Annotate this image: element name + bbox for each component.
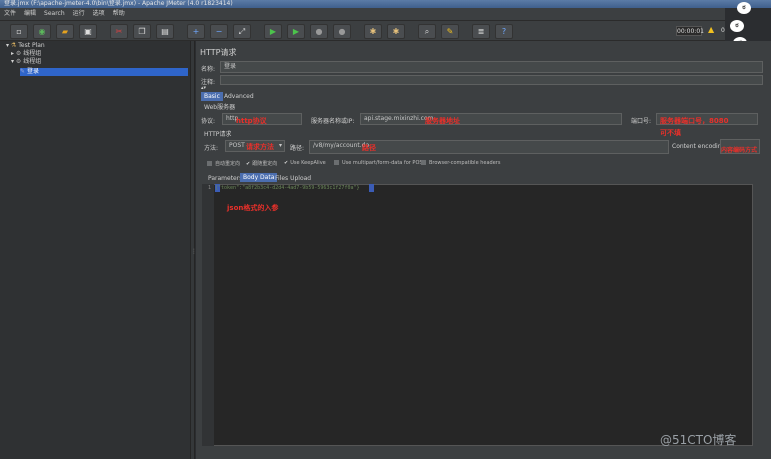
- server-label: 服务器名称或IP:: [311, 118, 355, 125]
- sticker-face-icon: ಠ: [730, 20, 744, 32]
- sticker-face-icon: ಠ: [737, 2, 751, 14]
- toolbar: ▫ ◉ ▰ ▣ ✂ ❐ ▤ + − ⤢ ▶ ▶ ● ● ✱ ✱ ⌕ ✎ ≣ ?: [0, 20, 725, 41]
- tab-basic[interactable]: Basic: [201, 92, 223, 101]
- templates-icon[interactable]: ◉: [33, 24, 51, 39]
- menu-file[interactable]: 文件: [0, 8, 20, 20]
- search-icon[interactable]: ⌕: [418, 24, 436, 39]
- shutdown-icon[interactable]: ●: [333, 24, 351, 39]
- follow-redirects-checkbox[interactable]: ✔ 跟随重定向: [246, 160, 277, 167]
- copy-icon[interactable]: ❐: [133, 24, 151, 39]
- collapse-arrows-icon[interactable]: ▴▾: [201, 85, 206, 91]
- body-data-editor[interactable]: [202, 184, 753, 446]
- chevron-down-icon: ▾: [278, 142, 282, 149]
- line-number: 1: [208, 185, 212, 191]
- menu-run[interactable]: 运行: [69, 8, 89, 20]
- body-note: json格式的入参: [227, 204, 279, 212]
- menu-help[interactable]: 帮助: [109, 8, 129, 20]
- tree-item-thread-group[interactable]: ▾ ⚙ 线程组: [11, 58, 41, 66]
- protocol-note: http协议: [236, 117, 267, 125]
- function-helper-icon[interactable]: ≣: [472, 24, 490, 39]
- tab-advanced[interactable]: Advanced: [221, 92, 257, 101]
- new-icon[interactable]: ▫: [10, 24, 28, 39]
- toggle-icon[interactable]: ⤢: [233, 24, 251, 39]
- tree-item-thread-group[interactable]: ▸ ⚙ 线程组: [11, 50, 41, 58]
- path-label: 路径:: [290, 145, 305, 152]
- stop-icon[interactable]: ●: [310, 24, 328, 39]
- menu-edit[interactable]: 编辑: [20, 8, 40, 20]
- protocol-label: 协议:: [201, 118, 216, 125]
- web-server-label: Web服务器: [204, 104, 236, 111]
- tree-item-test-plan[interactable]: ▾ ⚗ Test Plan: [6, 42, 45, 50]
- name-label: 名称:: [201, 66, 216, 73]
- keepalive-checkbox[interactable]: ✔ Use KeepAlive: [284, 160, 326, 166]
- tab-files-upload[interactable]: Files Upload: [272, 174, 314, 183]
- elapsed-timer: 00:00:01: [676, 26, 704, 36]
- comment-field[interactable]: [220, 75, 763, 85]
- menu-bar: 文件 编辑 Search 运行 选项 帮助: [0, 8, 725, 20]
- http-request-label: HTTP请求: [204, 131, 232, 138]
- start-no-pauses-icon[interactable]: ▶: [287, 24, 305, 39]
- help-icon[interactable]: ?: [495, 24, 513, 39]
- cut-icon[interactable]: ✂: [110, 24, 128, 39]
- port-note-optional: 可不填: [660, 129, 681, 137]
- browser-headers-checkbox[interactable]: Browser-compatible headers: [421, 160, 500, 166]
- redirect-auto-checkbox[interactable]: 自动重定向: [207, 160, 240, 167]
- body-code-line[interactable]: {"token":"a8f2b3c4-d2d4-4ad7-9b59-5963c1…: [215, 185, 375, 192]
- server-note: 服务器地址: [425, 117, 460, 125]
- start-icon[interactable]: ▶: [264, 24, 282, 39]
- method-note: 请求方法: [246, 143, 274, 151]
- clear-icon[interactable]: ✱: [364, 24, 382, 39]
- port-label: 端口号:: [631, 118, 652, 125]
- name-field[interactable]: 登录: [220, 61, 763, 73]
- panel-title: HTTP请求: [200, 48, 237, 57]
- warning-icon[interactable]: ▲: [708, 25, 714, 34]
- method-label: 方法:: [204, 145, 219, 152]
- path-note: 路径: [362, 144, 376, 152]
- menu-search[interactable]: Search: [40, 8, 69, 20]
- tree-item-login-sampler[interactable]: ✎ 登录: [20, 68, 188, 76]
- line-number-gutter: 1: [202, 184, 214, 446]
- watermark: @51CTO博客: [660, 433, 737, 447]
- window-title: 登录.jmx (F:\apache-jmeter-4.0\bin\登录.jmx)…: [0, 0, 771, 8]
- port-note: 服务器端口号，8080: [660, 117, 729, 125]
- expand-icon[interactable]: +: [187, 24, 205, 39]
- menu-options[interactable]: 选项: [89, 8, 109, 20]
- clear-all-icon[interactable]: ✱: [387, 24, 405, 39]
- save-icon[interactable]: ▣: [79, 24, 97, 39]
- open-icon[interactable]: ▰: [56, 24, 74, 39]
- test-plan-tree: ▾ ⚗ Test Plan ▸ ⚙ 线程组 ▾ ⚙ 线程组 ✎ 登录: [0, 41, 190, 459]
- paste-icon[interactable]: ▤: [156, 24, 174, 39]
- multipart-checkbox[interactable]: Use multipart/form-data for POST: [334, 160, 426, 166]
- reset-search-icon[interactable]: ✎: [441, 24, 459, 39]
- server-field[interactable]: api.stage.mixinzhi.com: [360, 113, 622, 125]
- collapse-icon[interactable]: −: [210, 24, 228, 39]
- encoding-note: 内容编码方式: [721, 147, 758, 154]
